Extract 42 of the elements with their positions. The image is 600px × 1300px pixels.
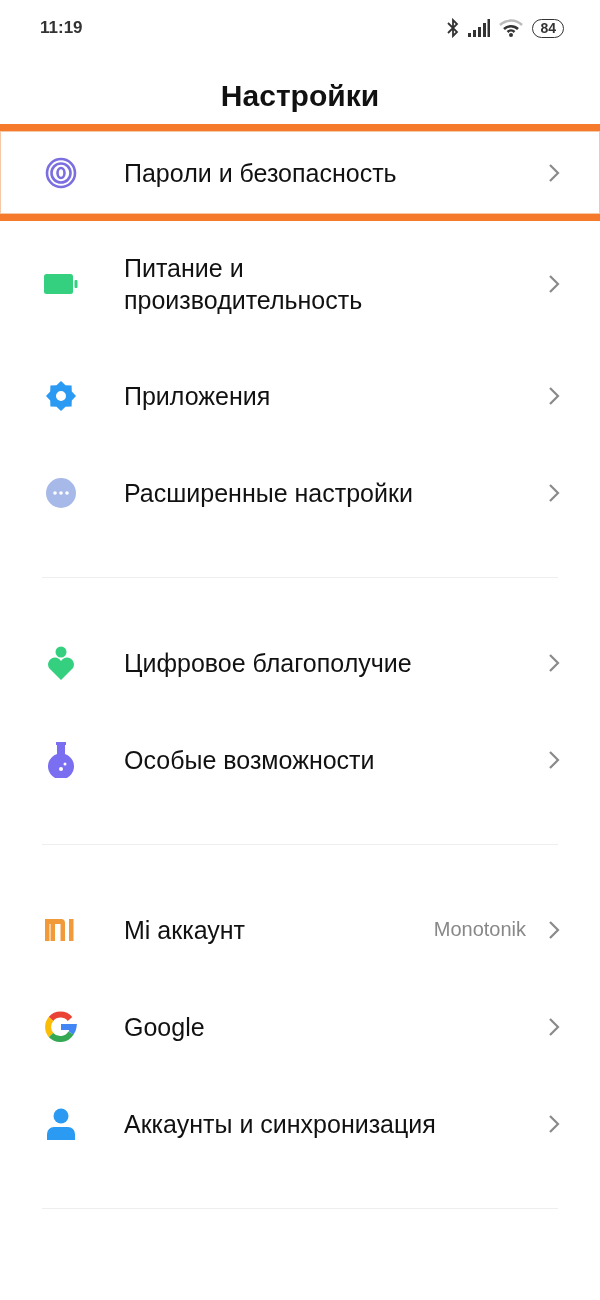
wifi-icon <box>499 19 524 37</box>
chevron-right-icon <box>548 1016 560 1037</box>
google-icon <box>45 1010 77 1043</box>
item-label: Цифровое благополучие <box>124 647 413 679</box>
item-label: Google <box>124 1011 206 1043</box>
settings-item[interactable]: Аккаунты и синхронизация <box>0 1075 600 1172</box>
chevron-right-icon <box>548 385 560 406</box>
item-label: Mi аккаунт <box>124 914 247 946</box>
item-label: Пароли и безопасность <box>124 157 398 189</box>
bluetooth-icon <box>447 18 460 38</box>
chevron-right-icon <box>548 652 560 673</box>
gear-icon <box>45 379 77 412</box>
chevron-right-icon <box>548 482 560 503</box>
item-value: Monotonik <box>433 918 526 941</box>
settings-item[interactable]: Mi аккаунт Monotonik <box>0 881 600 978</box>
settings-item[interactable]: Расширенные настройки <box>0 444 600 541</box>
item-label: Питание и производительность <box>124 253 364 316</box>
mi-logo-icon <box>45 918 77 941</box>
item-label: Особые возможности <box>124 744 376 776</box>
more-icon <box>45 476 77 509</box>
fingerprint-icon <box>45 156 77 189</box>
chevron-right-icon <box>548 274 560 294</box>
item-label: Аккаунты и синхронизация <box>124 1108 437 1140</box>
settings-item[interactable]: Особые возможности <box>0 711 600 808</box>
item-label: Приложения <box>124 380 272 412</box>
flask-icon <box>46 741 76 778</box>
chevron-right-icon <box>548 749 560 770</box>
status-time: 11:19 <box>40 18 83 38</box>
chevron-right-icon <box>548 919 560 940</box>
person-icon <box>46 1107 76 1140</box>
settings-item[interactable]: Цифровое благополучие <box>0 614 600 711</box>
chevron-right-icon <box>548 1113 560 1134</box>
settings-item[interactable]: Google <box>0 978 600 1075</box>
signal-icon <box>468 19 491 37</box>
settings-item[interactable]: Пароли и безопасность <box>0 124 600 221</box>
battery-icon <box>44 274 78 294</box>
page-title: Настройки <box>219 78 381 114</box>
wellbeing-icon <box>46 645 76 680</box>
settings-item[interactable]: Приложения <box>0 347 600 444</box>
chevron-right-icon <box>548 162 560 183</box>
settings-item[interactable]: Питание и производительность <box>0 221 600 347</box>
item-label: Расширенные настройки <box>124 477 414 509</box>
